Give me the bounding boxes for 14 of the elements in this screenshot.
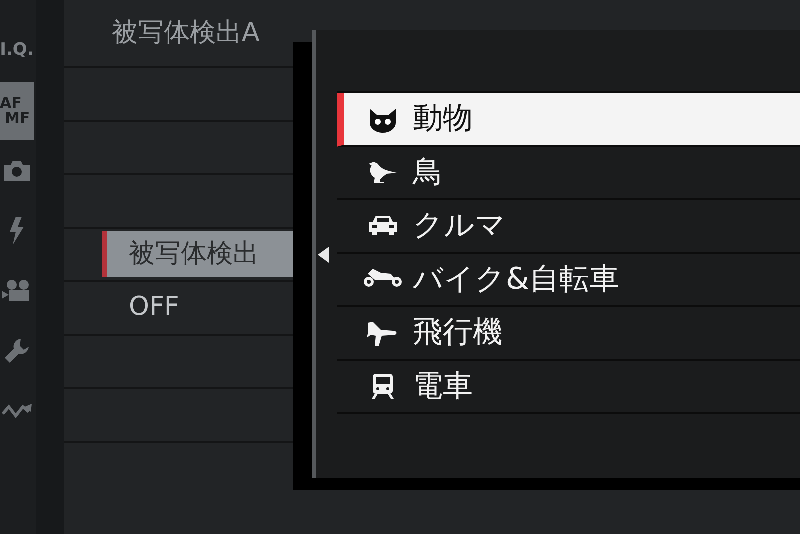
left-arrow-icon [318, 247, 329, 263]
subject-option[interactable]: クルマ [337, 200, 800, 254]
subject-option[interactable]: 鳥 [337, 146, 800, 200]
subject-option[interactable]: 動物 [337, 93, 800, 146]
sidebar-tab[interactable]: I.Q. [0, 22, 34, 80]
wave-icon[interactable] [1, 402, 33, 420]
subject-option[interactable]: 電車 [337, 360, 800, 414]
subject-option[interactable]: バイク&自転車 [337, 254, 800, 307]
menu-title: 被写体検出A [112, 16, 260, 50]
wrench-icon[interactable] [3, 337, 31, 365]
lightning-icon[interactable] [9, 217, 25, 245]
camera-icon[interactable] [2, 160, 32, 182]
subject-option[interactable]: 飛行機 [337, 307, 800, 360]
movie-camera-icon[interactable] [2, 279, 32, 303]
